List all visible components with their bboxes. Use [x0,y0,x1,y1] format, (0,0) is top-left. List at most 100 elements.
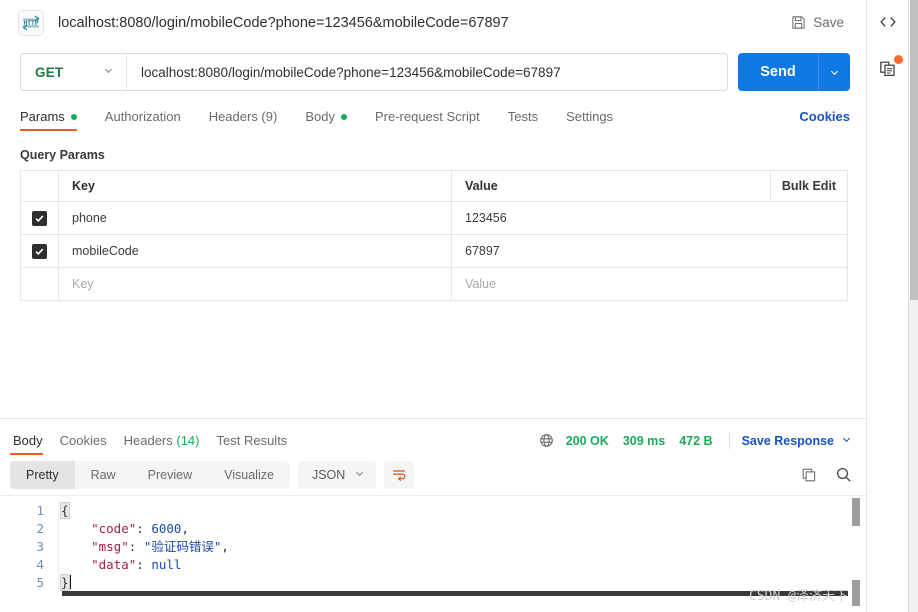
response-toolbar: Pretty Raw Preview Visualize JSON [0,455,866,495]
tab-tests[interactable]: Tests [508,109,552,131]
response-tab-cookies[interactable]: Cookies [57,433,107,455]
checkbox-checked-icon[interactable] [32,243,47,259]
page-scrollbar-thumb[interactable] [910,0,918,300]
table-row[interactable]: phone 123456 [21,202,847,235]
editor-horizontal-scrollbar-thumb[interactable] [62,591,848,596]
code-token-key: "msg" [91,538,129,554]
code-line: { [60,501,866,520]
documentation-icon[interactable] [878,55,903,84]
table-row[interactable]: mobileCode 67897 [21,235,847,268]
tab-body-label: Body [305,109,335,124]
http-icon: HTTP [18,9,44,36]
response-tab-body[interactable]: Body [10,433,43,455]
code-token-punct: : [136,520,152,536]
response-size: 472 B [679,433,713,448]
response-body-editor[interactable]: 1 2 3 4 5 { "code": 6000, "msg": "验证码错误"… [0,494,866,612]
status-divider [728,432,730,449]
code-token-punct: , [221,538,229,554]
code-line: "code": 6000, [61,520,866,538]
code-token-number: 6000 [151,520,182,536]
code-content[interactable]: { "code": 6000, "msg": "验证码错误", "data": … [58,501,866,592]
tab-body[interactable]: Body [305,109,361,131]
cookies-link[interactable]: Cookies [799,109,850,131]
response-tab-cookies-label: Cookies [59,432,107,448]
row-checkbox-cell [21,268,59,300]
tab-authorization[interactable]: Authorization [105,109,195,131]
chevron-down-icon [841,434,852,448]
row-value[interactable]: 123456 [452,202,847,234]
row-key[interactable]: mobileCode [59,235,452,267]
table-header-row: Key Value Bulk Edit [21,171,847,202]
code-token-key: "data" [91,556,137,572]
main-column: HTTP localhost:8080/login/mobileCode?pho… [0,0,867,612]
response-format-selector[interactable]: JSON [297,460,377,489]
line-number-gutter: 1 2 3 4 5 [0,502,58,592]
send-button[interactable]: Send [738,53,818,91]
send-options-button[interactable] [818,53,850,91]
chevron-down-icon [103,63,114,81]
url-input[interactable]: localhost:8080/login/mobileCode?phone=12… [126,53,728,91]
method-selector[interactable]: GET [20,53,126,91]
url-bar: GET localhost:8080/login/mobileCode?phon… [0,45,866,101]
new-value-input[interactable]: Value [452,268,847,300]
response-view-mode-group: Pretty Raw Preview Visualize [10,460,290,489]
tab-params[interactable]: Params [20,109,91,131]
tab-pre-request-script[interactable]: Pre-request Script [375,109,494,131]
text-caret [69,574,71,589]
view-mode-visualize[interactable]: Visualize [208,461,290,489]
view-mode-preview[interactable]: Preview [132,461,208,489]
code-token-punct: , [181,520,189,536]
header-checkbox-cell [21,171,59,201]
tab-authorization-label: Authorization [104,109,181,124]
tab-headers[interactable]: Headers (9) [209,109,292,131]
save-response-button[interactable]: Save Response [742,434,852,448]
code-line: "data": null [61,556,866,574]
checkbox-checked-icon[interactable] [32,210,47,226]
globe-icon [539,433,554,448]
params-modified-dot [70,113,77,120]
editor-vertical-scrollbar-thumb-lower[interactable] [852,580,860,606]
line-number: 1 [36,502,44,518]
code-area: 1 2 3 4 5 { "code": 6000, "msg": "验证码错误"… [0,496,866,592]
query-params-label: Query Params [20,148,105,162]
save-response-label: Save Response [741,433,834,448]
response-tab-test-results[interactable]: Test Results [214,433,288,455]
chevron-down-icon [354,468,365,482]
send-button-group[interactable]: Send [738,53,850,91]
request-title: localhost:8080/login/mobileCode?phone=12… [58,14,509,31]
row-key[interactable]: phone [59,202,452,234]
view-mode-pretty[interactable]: Pretty [10,460,75,489]
query-params-table: Key Value Bulk Edit phone 123456 mobileC… [20,170,848,301]
code-snippet-icon[interactable] [878,12,898,37]
view-mode-raw[interactable]: Raw [75,461,132,489]
word-wrap-icon[interactable] [384,460,415,489]
tab-tests-label: Tests [507,109,539,124]
row-checkbox-cell [21,235,59,267]
table-row-empty[interactable]: Key Value [21,268,847,301]
response-time: 309 ms [622,433,666,448]
code-token: } [60,573,70,591]
save-button[interactable]: Save [785,11,850,34]
copy-icon[interactable] [801,467,817,483]
page-scrollbar[interactable] [908,0,918,612]
header-key: Key [59,171,452,201]
search-icon[interactable] [835,466,852,483]
response-format-label: JSON [311,467,346,482]
header-value: Value [465,179,498,193]
tab-settings[interactable]: Settings [566,109,627,131]
code-token: { [60,501,70,519]
code-token-punct: : [136,556,152,572]
line-number: 2 [36,520,44,536]
row-value[interactable]: 67897 [452,235,847,267]
editor-vertical-scrollbar-thumb[interactable] [852,497,860,526]
bulk-edit-button[interactable]: Bulk Edit [770,171,847,201]
save-button-label: Save [813,15,844,30]
tab-settings-label: Settings [566,109,614,124]
status-code: 200 OK [565,433,609,448]
response-tab-headers[interactable]: Headers (14) [121,433,200,455]
request-tabs: Params Authorization Headers (9) Body Pr… [0,101,866,131]
new-key-input[interactable]: Key [59,268,452,300]
row-checkbox-cell [21,202,59,234]
